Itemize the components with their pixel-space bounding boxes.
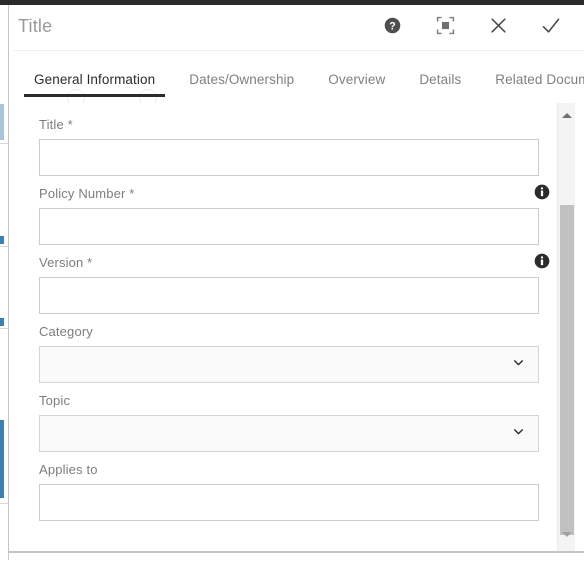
tab-bar: General Information Dates/Ownership Over…	[9, 65, 584, 107]
svg-text:?: ?	[389, 20, 395, 32]
header-divider	[14, 50, 584, 51]
form-scrollbar[interactable]	[557, 103, 575, 552]
field-label-applies-to: Applies to	[39, 462, 98, 477]
help-icon: ?	[384, 17, 401, 37]
field-version: Version *	[39, 253, 550, 314]
tab-general-information[interactable]: General Information	[17, 65, 172, 97]
general-information-form: Title * Policy Number * Version * Catego…	[9, 103, 556, 521]
form-scroll-area: Title * Policy Number * Version * Catego…	[9, 103, 556, 552]
field-label-version: Version *	[39, 255, 93, 270]
field-topic: Topic	[39, 393, 539, 452]
help-button[interactable]: ?	[379, 14, 405, 40]
close-icon	[489, 16, 508, 38]
dialog-header-actions: ?	[379, 14, 564, 40]
field-applies-to: Applies to	[39, 462, 539, 521]
checkmark-icon	[541, 16, 561, 39]
chevron-down-icon	[512, 425, 525, 443]
field-label-title: Title *	[39, 117, 73, 132]
category-select[interactable]	[39, 346, 539, 383]
field-label-policy-number: Policy Number *	[39, 186, 135, 201]
field-policy-number: Policy Number *	[39, 184, 550, 245]
triangle-up-icon	[561, 113, 572, 118]
tab-list: General Information Dates/Ownership Over…	[9, 65, 584, 97]
field-label-category: Category	[39, 324, 93, 339]
close-button[interactable]	[485, 14, 511, 40]
maximize-icon	[436, 16, 455, 38]
triangle-down-icon	[561, 532, 572, 537]
topic-select[interactable]	[39, 415, 539, 452]
dialog-header: Title ?	[9, 5, 584, 51]
info-icon-policy-number[interactable]	[534, 184, 550, 205]
tab-details[interactable]: Details	[402, 65, 478, 97]
field-label-topic: Topic	[39, 393, 71, 408]
background-accent-bar	[0, 104, 4, 140]
dialog-title: Title	[18, 16, 53, 36]
maximize-button[interactable]	[432, 14, 458, 40]
scroll-up-button[interactable]	[558, 107, 575, 124]
dialog-bottom-border	[9, 551, 584, 552]
info-icon-version[interactable]	[534, 253, 550, 274]
scrollbar-thumb[interactable]	[560, 205, 574, 535]
page-footer-space	[0, 560, 584, 564]
chevron-down-icon	[512, 356, 525, 374]
background-accent-bar	[0, 318, 4, 326]
background-accent-bar	[0, 236, 4, 244]
tab-related-documents[interactable]: Related Documents	[478, 65, 584, 97]
confirm-button[interactable]	[538, 14, 564, 40]
title-input[interactable]	[39, 139, 539, 176]
field-title: Title *	[39, 117, 539, 176]
tab-dates-ownership[interactable]: Dates/Ownership	[172, 65, 311, 97]
scroll-down-button[interactable]	[558, 526, 575, 543]
tab-overview[interactable]: Overview	[311, 65, 402, 97]
policy-number-input[interactable]	[39, 208, 539, 245]
field-category: Category	[39, 324, 539, 383]
applies-to-input[interactable]	[39, 484, 539, 521]
background-accent-bar	[0, 420, 4, 498]
version-input[interactable]	[39, 277, 539, 314]
document-properties-dialog: Title ? General Information Dates/Owners…	[8, 5, 584, 553]
